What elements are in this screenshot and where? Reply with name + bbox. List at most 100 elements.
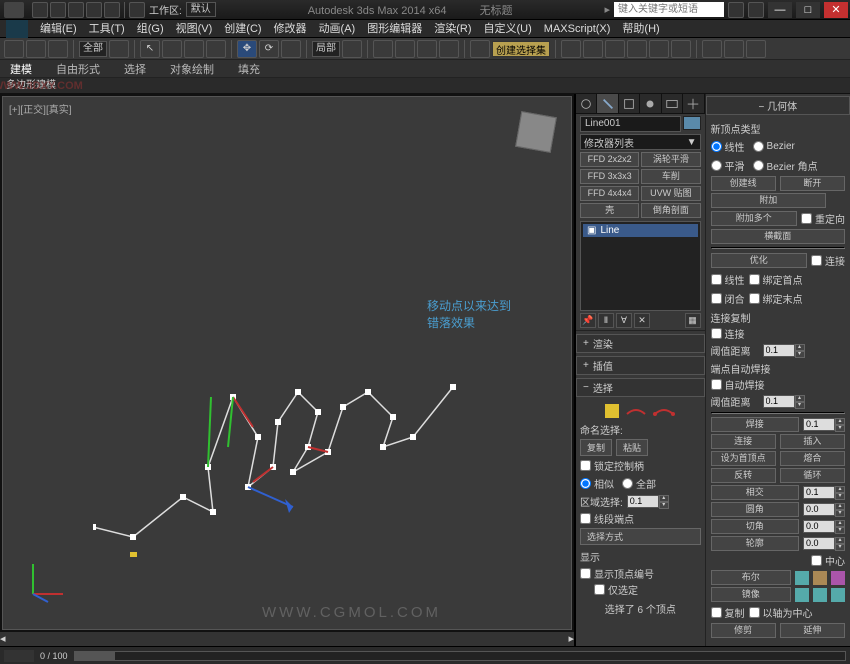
geometry-header[interactable]: − 几何体 — [706, 96, 850, 115]
select-by-button[interactable]: 选择方式 — [580, 528, 701, 545]
close-button[interactable]: ✕ — [824, 2, 848, 18]
subobj-vertex-icon[interactable] — [605, 404, 619, 418]
app-logo[interactable] — [4, 2, 24, 18]
application-button[interactable] — [6, 20, 28, 38]
tab-populate[interactable]: 填充 — [232, 61, 266, 77]
qat-undo-icon[interactable] — [86, 2, 102, 18]
menu-maxscript[interactable]: MAXScript(X) — [538, 20, 617, 37]
unlink-icon[interactable] — [26, 40, 46, 58]
render-setup-icon[interactable] — [702, 40, 722, 58]
time-slider[interactable] — [74, 651, 846, 661]
rollout-interpolation[interactable]: +插值 — [576, 356, 705, 375]
render-icon[interactable] — [746, 40, 766, 58]
fillet-spinner[interactable]: ▴▾ — [803, 503, 845, 517]
rollout-selection[interactable]: −选择 — [576, 378, 705, 397]
outline-spinner[interactable]: ▴▾ — [803, 537, 845, 551]
menu-modifiers[interactable]: 修改器 — [268, 20, 313, 37]
selection-scope-combo[interactable]: 全部 — [79, 41, 107, 57]
paste-button[interactable]: 粘贴 — [616, 439, 648, 456]
connect-checkbox[interactable] — [811, 255, 822, 266]
fillet-button[interactable]: 圆角 — [711, 502, 799, 517]
fuse-button[interactable]: 熔合 — [780, 451, 845, 466]
select-icon[interactable]: ↖ — [140, 40, 160, 58]
viewcube[interactable] — [511, 107, 561, 157]
mod-ffd3[interactable]: FFD 3x3x3 — [580, 169, 639, 184]
rollout-render[interactable]: +渲染 — [576, 334, 705, 353]
menu-render[interactable]: 渲染(R) — [428, 20, 477, 37]
similar-radio[interactable] — [580, 478, 591, 489]
mirror-both-icon[interactable] — [831, 588, 845, 602]
linear-checkbox[interactable] — [711, 274, 722, 285]
ref-coord-combo[interactable]: 局部 — [312, 41, 340, 57]
render-frame-icon[interactable] — [724, 40, 744, 58]
infocenter-icon[interactable] — [728, 2, 744, 18]
refine-button[interactable]: 优化 — [711, 253, 807, 268]
selected-only-checkbox[interactable] — [594, 584, 605, 595]
move-icon[interactable]: ✥ — [237, 40, 257, 58]
menu-views[interactable]: 视图(V) — [170, 20, 219, 37]
mirror-button[interactable]: 镜像 — [711, 587, 791, 602]
select-region-icon[interactable] — [184, 40, 204, 58]
all-radio[interactable] — [622, 478, 633, 489]
vtype-bezier-radio[interactable] — [753, 141, 764, 152]
cmdtab-modify-icon[interactable] — [597, 94, 618, 113]
menu-graph[interactable]: 图形编辑器 — [361, 20, 428, 37]
qat-redo-icon[interactable] — [104, 2, 120, 18]
scroll-left-icon[interactable]: ◂ — [0, 632, 14, 646]
filter-icon[interactable] — [109, 40, 129, 58]
menu-tools[interactable]: 工具(T) — [83, 20, 131, 37]
snap-toggle-icon[interactable] — [373, 40, 393, 58]
tab-modeling[interactable]: 建模 — [4, 61, 38, 77]
curve-editor-icon[interactable] — [627, 40, 647, 58]
mod-ffd4[interactable]: FFD 4x4x4 — [580, 186, 639, 201]
about-pivot-checkbox[interactable] — [749, 607, 760, 618]
viewport[interactable]: WWW.3DXY.COM [+][正交][真实] 移动点以来达到 错落效果 — [2, 96, 572, 630]
named-selection-combo[interactable]: 创建选择集 — [492, 41, 550, 57]
tab-freeform[interactable]: 自由形式 — [50, 61, 106, 77]
weld-button[interactable]: 焊接 — [711, 417, 799, 432]
copy-checkbox[interactable] — [711, 607, 722, 618]
object-name-field[interactable]: Line001 — [580, 116, 681, 132]
create-line-button[interactable]: 创建线 — [711, 176, 776, 191]
cross-spinner[interactable]: ▴▾ — [803, 486, 845, 500]
weld-spinner[interactable]: ▴▾ — [803, 418, 845, 432]
vtype-linear-radio[interactable] — [711, 141, 722, 152]
center-checkbox[interactable] — [811, 555, 822, 566]
schematic-icon[interactable] — [649, 40, 669, 58]
angle-snap-icon[interactable] — [395, 40, 415, 58]
cmdtab-hierarchy-icon[interactable] — [619, 94, 640, 113]
cmdtab-create-icon[interactable] — [576, 94, 597, 113]
qat-new-icon[interactable] — [32, 2, 48, 18]
mod-uvw[interactable]: UVW 贴图 — [641, 186, 700, 201]
spinner-snap-icon[interactable] — [439, 40, 459, 58]
connect-button[interactable]: 连接 — [711, 434, 776, 449]
break-button[interactable]: 断开 — [780, 176, 845, 191]
minimize-button[interactable]: — — [768, 2, 792, 18]
lock-handles-checkbox[interactable] — [580, 460, 591, 471]
spline-object[interactable] — [93, 337, 473, 557]
named-set-icon[interactable] — [470, 40, 490, 58]
vtype-smooth-radio[interactable] — [711, 160, 722, 171]
rotate-icon[interactable]: ⟳ — [259, 40, 279, 58]
mirror-v-icon[interactable] — [813, 588, 827, 602]
scroll-right-icon[interactable]: ▸ — [560, 632, 574, 646]
seg-end-checkbox[interactable] — [580, 513, 591, 524]
mod-turbosmooth[interactable]: 涡轮平滑 — [641, 152, 700, 167]
attach-mult-button[interactable]: 附加多个 — [711, 211, 797, 226]
help-search-input[interactable] — [614, 2, 724, 17]
object-color-swatch[interactable] — [683, 116, 701, 130]
qat-save-icon[interactable] — [68, 2, 84, 18]
material-editor-icon[interactable] — [671, 40, 691, 58]
vtype-bcorner-radio[interactable] — [753, 160, 764, 171]
mirror-icon[interactable] — [561, 40, 581, 58]
viewport-label[interactable]: [+][正交][真实] — [9, 101, 72, 116]
area-select-spinner[interactable]: ▴▾ — [627, 495, 669, 509]
mod-shell[interactable]: 壳 — [580, 203, 639, 218]
workspace-combo[interactable]: 默认 — [186, 2, 216, 17]
menu-custom[interactable]: 自定义(U) — [478, 20, 538, 37]
subobj-spline-icon[interactable] — [653, 404, 675, 418]
mod-lathe[interactable]: 车削 — [641, 169, 700, 184]
threshold2-spinner[interactable]: ▴▾ — [763, 395, 805, 409]
bool-union-icon[interactable] — [795, 571, 809, 585]
subobj-segment-icon[interactable] — [625, 404, 647, 418]
